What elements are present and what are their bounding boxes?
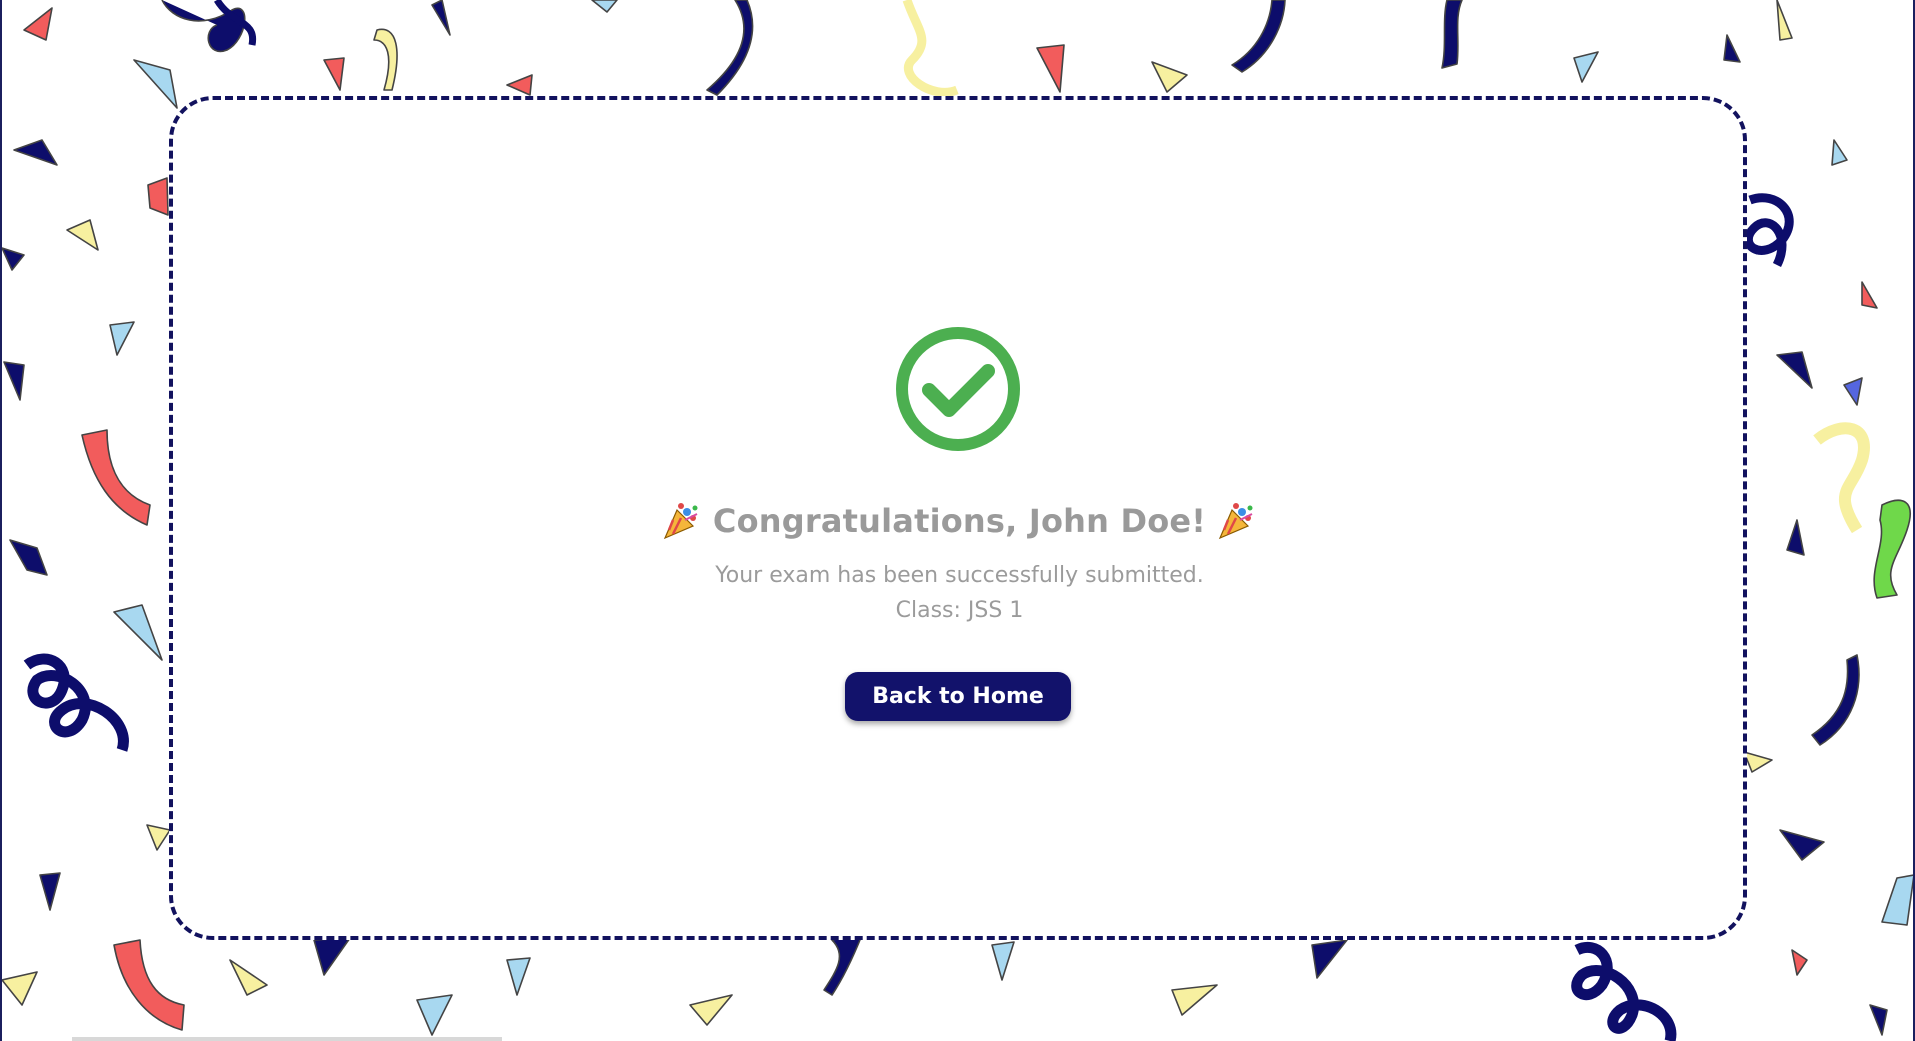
class-label: Class: JSS 1 xyxy=(895,598,1024,623)
page-frame: Congratulations, John Doe! Your exam has… xyxy=(0,0,1915,1041)
success-title-row: Congratulations, John Doe! xyxy=(2,496,1913,546)
back-to-home-button[interactable]: Back to Home xyxy=(845,672,1071,721)
submission-message: Your exam has been successfully submitte… xyxy=(715,563,1204,588)
success-title: Congratulations, John Doe! xyxy=(712,502,1207,540)
bottom-scrollbar xyxy=(72,1037,502,1041)
party-popper-icon xyxy=(663,503,698,540)
check-circle-icon xyxy=(896,327,1020,451)
party-popper-icon xyxy=(1218,503,1253,540)
